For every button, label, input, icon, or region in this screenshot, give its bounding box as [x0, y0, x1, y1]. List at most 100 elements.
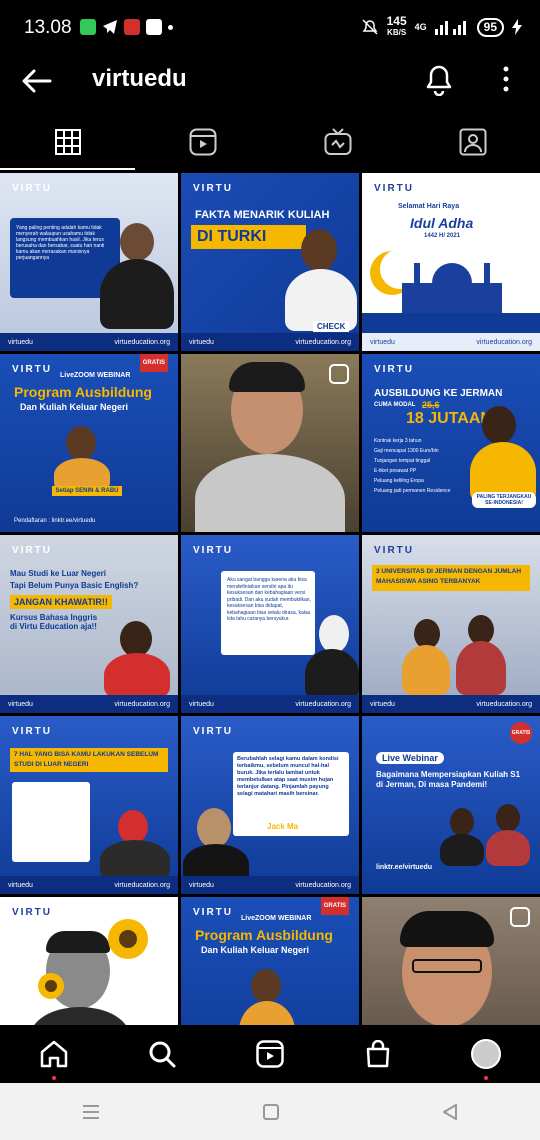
webinar-title: Program Ausbildung [14, 384, 152, 400]
system-status: 145 KB/S 4G 95 [361, 15, 522, 38]
person-photo [118, 810, 148, 844]
more-options-icon[interactable] [502, 66, 510, 92]
footer-site: virtueducation.org [476, 700, 532, 708]
sunflower-illustration [108, 919, 148, 959]
person-body [195, 454, 345, 532]
footer-site: virtueducation.org [476, 338, 532, 346]
post-tile[interactable]: VIRTU [0, 897, 178, 1025]
profile-username: virtuedu [92, 65, 187, 92]
price-badge: PALING TERJANGKAU SE-INDONESIA! [472, 492, 536, 508]
battery-indicator: 95 [476, 17, 504, 37]
post-title: 3 UNIVERSITAS DI JERMAN DENGAN JUMLAH MA… [376, 568, 522, 585]
person-body [30, 1007, 130, 1025]
nav-profile[interactable] [432, 1025, 540, 1083]
shop-bag-icon [366, 1040, 390, 1068]
registration-link: Pendaftaran : linktr.ee/virtuedu [14, 518, 96, 524]
tab-tagged[interactable] [405, 114, 540, 170]
brand-label: VIRTU [374, 545, 414, 556]
nav-shop[interactable] [324, 1025, 432, 1083]
post-grid: VIRTU Yang paling penting adalah kamu ti… [0, 173, 540, 1025]
reel-icon [510, 907, 530, 927]
glasses [412, 959, 482, 973]
post-tile[interactable]: VIRTU Yang paling penting adalah kamu ti… [0, 173, 178, 351]
checklist-box [12, 782, 90, 862]
nav-search[interactable] [108, 1025, 216, 1083]
benefit-list: Kontrak kerja 3 tahun Gaji mencapai 1300… [374, 436, 470, 496]
back-arrow-icon[interactable] [20, 64, 54, 98]
check-button: CHECK [313, 321, 350, 332]
hair [46, 931, 110, 953]
post-tile[interactable]: VIRTU Selamat Hari Raya Idul Adha 1442 H… [362, 173, 540, 351]
post-tile[interactable]: VIRTU AUSBILDUNG KE JERMAN CUMA MODAL 25… [362, 354, 540, 532]
webinar-label: LiveZOOM WEBINAR [60, 372, 131, 379]
tab-grid[interactable] [0, 114, 135, 170]
news-app-icon [124, 19, 140, 35]
gratis-tag: GRATIS [510, 722, 532, 744]
post-tile[interactable]: VIRTU GRATIS LiveZOOM WEBINAR Program Au… [0, 354, 178, 532]
chat-app-icon [80, 19, 96, 35]
post-tile[interactable]: VIRTU FAKTA MENARIK KULIAH DI TURKI CHEC… [181, 173, 359, 351]
nav-reels[interactable] [216, 1025, 324, 1083]
post-footer: virtuedu virtueducation.org [362, 695, 540, 713]
brand-label: VIRTU [12, 726, 52, 737]
post-tile[interactable]: VIRTU 3 UNIVERSITAS DI JERMAN DENGAN JUM… [362, 535, 540, 713]
reel-tile[interactable] [362, 897, 540, 1025]
blue-banner [362, 313, 540, 333]
benefit-item: Gaji mencapai 1300 Euro/bln [374, 448, 439, 454]
brand-label: VIRTU [374, 364, 414, 375]
back-button-icon[interactable] [441, 1103, 459, 1121]
profile-tabs [0, 114, 540, 170]
nav-home[interactable] [0, 1025, 108, 1083]
post-quote: Berubahlah selagi kamu dalam kondisi ter… [237, 756, 339, 797]
quote-author: Jack Ma [267, 822, 299, 831]
person-body [402, 645, 450, 695]
brand-label: VIRTU [12, 183, 52, 194]
post-footer: virtuedu virtueducation.org [181, 695, 359, 713]
post-tile[interactable]: VIRTU 7 HAL YANG BISA KAMU LAKUKAN SEBEL… [0, 716, 178, 894]
person-photo [66, 426, 96, 460]
post-footer: virtuedu virtueducation.org [181, 876, 359, 894]
tab-igtv[interactable] [270, 114, 405, 170]
post-tile[interactable]: VIRTU Aku sangat bangga karena aku bisa … [181, 535, 359, 713]
status-bar: 13.08 145 KB/S 4G 95 [0, 0, 540, 56]
reel-icon [329, 364, 349, 384]
home-button-icon[interactable] [262, 1103, 280, 1121]
warning-banner: JANGAN KHAWATIR!! [10, 595, 112, 609]
grid-icon [54, 129, 81, 155]
tab-reels[interactable] [135, 114, 270, 170]
recent-apps-icon[interactable] [81, 1103, 101, 1121]
brand-label: VIRTU [193, 545, 233, 556]
webinar-subtitle: Dan Kuliah Keluar Negeri [201, 945, 310, 955]
post-tile[interactable]: VIRTU GRATIS LiveZOOM WEBINAR Program Au… [181, 897, 359, 1025]
footer-handle: virtuedu [370, 700, 395, 708]
network-type: 4G [414, 22, 427, 32]
person-body [104, 653, 170, 697]
profile-header: virtuedu [0, 56, 540, 112]
notification-bell-icon[interactable] [424, 62, 454, 96]
post-footer: virtuedu virtueducation.org [0, 876, 178, 894]
hair [229, 362, 305, 392]
notification-icons [80, 19, 173, 35]
brand-label: VIRTU [12, 364, 52, 375]
post-tile[interactable]: VIRTU Berubahlah selagi kamu dalam kondi… [181, 716, 359, 894]
sunflower-illustration [38, 973, 64, 999]
post-tile[interactable]: VIRTU Mau Studi ke Luar Negeri Tapi Belu… [0, 535, 178, 713]
shopee-icon [146, 19, 162, 35]
footer-site: virtueducation.org [295, 338, 351, 346]
brand-label: VIRTU [193, 907, 233, 918]
registration-link: linktr.ee/virtuedu [376, 864, 433, 871]
benefit-item: Peluang jadi permanen Residence [374, 488, 451, 494]
post-quote: Yang paling penting adalah kamu tidak me… [16, 225, 105, 261]
reel-tile[interactable] [181, 354, 359, 532]
speaker-body [440, 834, 484, 866]
footer-site: virtueducation.org [295, 881, 351, 889]
igtv-icon [324, 128, 351, 155]
benefit-item: Kontrak kerja 3 tahun [374, 438, 422, 444]
webinar-title: Bagaimana Mempersiapkan Kuliah S1 di Jer… [376, 770, 521, 789]
avatar [471, 1039, 501, 1069]
brand-label: VIRTU [193, 726, 233, 737]
mosque-illustration [370, 249, 502, 313]
post-tile[interactable]: GRATIS Live Webinar Bagaimana Mempersiap… [362, 716, 540, 894]
notification-dot [484, 1076, 488, 1080]
post-footer: virtuedu virtueducation.org [0, 695, 178, 713]
